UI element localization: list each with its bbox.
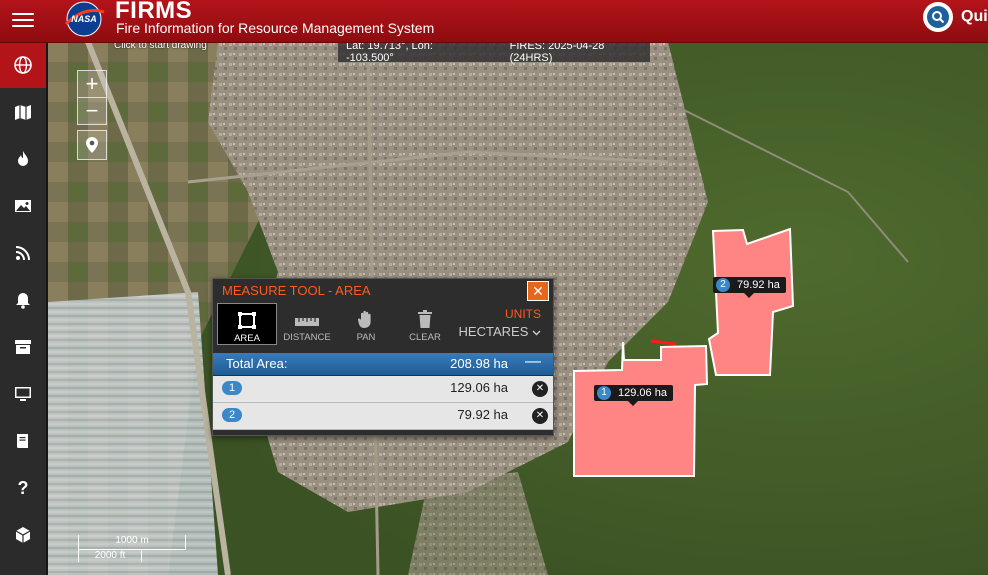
archive-icon	[15, 340, 31, 354]
scale-metric: 1000 m	[78, 535, 186, 550]
zoom-control: + −	[77, 70, 107, 125]
tool-pan-label: PAN	[356, 332, 376, 343]
locate-button[interactable]	[77, 130, 107, 160]
measure-tool-panel: MEASURE TOOL - AREA ✕ AREA DISTANCE PAN …	[212, 278, 554, 436]
logo-text: NASA	[71, 14, 97, 24]
collapse-icon[interactable]: —	[525, 353, 541, 371]
search-icon[interactable]	[923, 2, 953, 32]
coords-readout: Lat: 19.713°, Lon: -103.500°	[346, 40, 433, 64]
box-icon	[15, 527, 31, 543]
rss-icon	[15, 246, 30, 261]
tool-distance[interactable]: DISTANCE	[278, 303, 336, 343]
sidebar-item-map[interactable]	[0, 89, 46, 135]
polygon-number: 2	[716, 278, 730, 292]
polygon-label-2: 2 79.92 ha	[713, 277, 786, 298]
scale-imperial: 2000 ft	[78, 549, 142, 562]
sidebar-item-desktop[interactable]	[0, 371, 46, 417]
units-label: UNITS	[505, 307, 541, 321]
sidebar-item-image[interactable]	[0, 183, 46, 229]
units-selector: UNITS HECTARES	[459, 307, 541, 339]
book-icon	[16, 434, 28, 448]
units-dropdown[interactable]: HECTARES	[459, 324, 541, 339]
row-value: 79.92 ha	[457, 407, 508, 422]
image-icon	[15, 200, 31, 212]
measure-toolbar: AREA DISTANCE PAN CLEAR	[217, 303, 455, 345]
polygon-area: 79.92 ha	[737, 279, 780, 291]
delete-icon[interactable]: ✕	[532, 381, 548, 397]
fires-date: FIRES: 2025-04-28 (24HRS)	[509, 40, 605, 64]
delete-icon[interactable]: ✕	[532, 408, 548, 424]
ruler-icon	[295, 318, 319, 326]
close-button[interactable]: ✕	[527, 281, 549, 301]
chevron-down-icon	[532, 330, 541, 336]
bell-icon	[16, 293, 30, 309]
area-icon	[238, 312, 256, 329]
sidebar-item-fire[interactable]	[0, 136, 46, 182]
app-subtitle: Fire Information for Resource Management…	[116, 20, 435, 36]
zoom-in-button[interactable]: +	[78, 71, 106, 98]
row-number: 1	[222, 381, 242, 395]
area-row-1: 1 129.06 ha ✕	[213, 376, 553, 403]
help-icon: ?	[17, 477, 29, 498]
fire-icon	[18, 151, 28, 166]
sidebar-item-book[interactable]	[0, 418, 46, 464]
quick-label[interactable]: Qui	[961, 8, 988, 26]
sidebar-item-box[interactable]	[0, 512, 46, 558]
measure-title: MEASURE TOOL - AREA	[222, 283, 371, 298]
app-header: NASA FIRMS Fire Information for Resource…	[0, 0, 988, 43]
nasa-logo: NASA	[64, 1, 105, 37]
total-value: 208.98 ha	[450, 356, 508, 371]
menu-icon[interactable]	[12, 9, 34, 31]
polygon-label-1: 1 129.06 ha	[594, 385, 673, 406]
sidebar: ?	[0, 42, 48, 575]
status-bar: Lat: 19.713°, Lon: -103.500° FIRES: 2025…	[338, 40, 650, 64]
row-number: 2	[222, 408, 242, 422]
area-row-2: 2 79.92 ha ✕	[213, 403, 553, 430]
sidebar-item-globe[interactable]	[0, 42, 46, 88]
globe-icon	[14, 56, 32, 74]
total-area-row: Total Area: 208.98 ha —	[213, 353, 553, 375]
location-pin-icon	[86, 137, 98, 153]
tool-clear[interactable]: CLEAR	[396, 303, 454, 343]
tool-clear-label: CLEAR	[409, 332, 441, 343]
zoom-out-button[interactable]: −	[78, 98, 106, 124]
sidebar-item-rss[interactable]	[0, 230, 46, 276]
hand-icon	[357, 310, 371, 329]
sidebar-item-bell[interactable]	[0, 277, 46, 323]
trash-icon	[418, 310, 432, 328]
sidebar-item-help[interactable]: ?	[0, 465, 46, 511]
desktop-icon	[15, 387, 31, 401]
polygon-area: 129.06 ha	[618, 387, 667, 399]
units-value[interactable]: HECTARES	[459, 324, 529, 339]
tool-area-label: AREA	[234, 333, 260, 344]
total-label: Total Area:	[226, 356, 288, 371]
polygon-number: 1	[597, 386, 611, 400]
sidebar-item-archive[interactable]	[0, 324, 46, 370]
quick-search[interactable]: Qui	[923, 2, 988, 32]
tool-area[interactable]: AREA	[217, 303, 277, 345]
tool-pan[interactable]: PAN	[337, 303, 395, 343]
tool-distance-label: DISTANCE	[283, 332, 331, 343]
row-value: 129.06 ha	[450, 380, 508, 395]
map-icon	[15, 105, 31, 120]
